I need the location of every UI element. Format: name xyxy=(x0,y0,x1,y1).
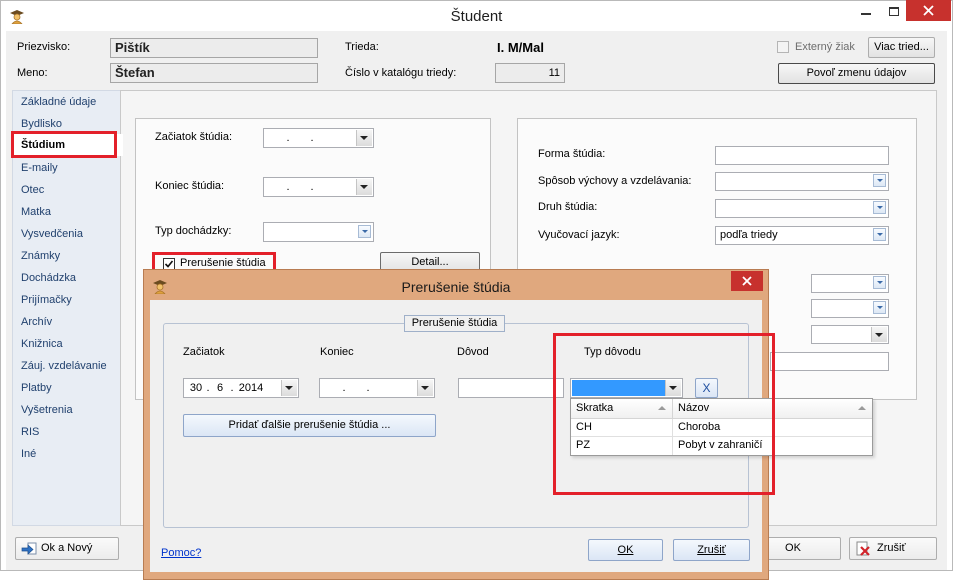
language-combo[interactable]: podľa triedy xyxy=(715,226,889,245)
close-icon xyxy=(923,5,934,16)
dropdown-arrow-icon[interactable] xyxy=(417,380,433,396)
dialog-reason-label: Dôvod xyxy=(457,346,489,358)
date-separator: . xyxy=(286,181,290,193)
dialog-end-date-field[interactable]: .. xyxy=(319,378,435,398)
dropdown-arrow-icon[interactable] xyxy=(871,327,887,342)
dropdown-arrow-icon[interactable] xyxy=(873,174,886,187)
sidebar-item-znamky[interactable]: Známky xyxy=(13,245,121,267)
ok-new-label: Ok a Nový xyxy=(41,542,93,554)
more-classes-button[interactable]: Viac tried... xyxy=(868,37,935,58)
class-label: Trieda: xyxy=(345,41,379,53)
date-year: 2014 xyxy=(238,382,264,394)
dialog-start-label: Začiatok xyxy=(183,346,225,358)
maximize-button[interactable] xyxy=(880,1,907,22)
close-button[interactable] xyxy=(906,0,951,21)
minimize-icon xyxy=(861,13,871,15)
language-label: Vyučovací jazyk: xyxy=(538,229,620,241)
date-day: 30 xyxy=(189,382,203,394)
ok-new-arrow-icon xyxy=(21,541,37,557)
dialog-title: Prerušenie štúdia xyxy=(401,279,511,295)
sidebar-item-kniznica[interactable]: Knižnica xyxy=(13,333,121,355)
dropdown-arrow-icon[interactable] xyxy=(873,276,886,289)
dialog-close-button[interactable] xyxy=(731,271,763,291)
dropdown-arrow-icon[interactable] xyxy=(358,225,371,238)
dialog-ok-button[interactable]: OK xyxy=(588,539,663,561)
dropdown-arrow-icon[interactable] xyxy=(356,130,372,146)
hidden-combo-3[interactable] xyxy=(811,325,889,344)
help-link[interactable]: Pomoc? xyxy=(161,547,201,560)
surname-field[interactable]: Pištík xyxy=(110,38,318,58)
study-end-label: Koniec štúdia: xyxy=(155,180,225,192)
study-start-label: Začiatok štúdia: xyxy=(155,131,233,143)
surname-label: Priezvisko: xyxy=(17,41,71,53)
sidebar-item-archiv[interactable]: Archív xyxy=(13,311,121,333)
hidden-text-field[interactable] xyxy=(770,352,889,371)
catalog-number-label: Číslo v katalógu triedy: xyxy=(345,67,457,79)
language-value: podľa triedy xyxy=(720,229,778,241)
upbringing-label: Spôsob výchovy a vzdelávania: xyxy=(538,175,692,187)
minimize-button[interactable] xyxy=(852,1,880,22)
annotation-highlight-reason-type xyxy=(553,333,775,495)
study-type-combo[interactable] xyxy=(715,199,889,218)
first-name-label: Meno: xyxy=(17,67,48,79)
dialog-start-date-field[interactable]: 30. 6. 2014 xyxy=(183,378,299,398)
date-month: 6 xyxy=(216,382,224,394)
cancel-button[interactable]: Zrušiť xyxy=(849,537,937,560)
dialog-end-label: Koniec xyxy=(320,346,354,358)
date-separator: . xyxy=(206,382,210,394)
date-separator: . xyxy=(310,181,314,193)
sidebar-item-matka[interactable]: Matka xyxy=(13,201,121,223)
sidebar-item-vysetrenia[interactable]: Vyšetrenia xyxy=(13,399,121,421)
dropdown-arrow-icon[interactable] xyxy=(873,301,886,314)
upbringing-combo[interactable] xyxy=(715,172,889,191)
date-separator: . xyxy=(366,382,370,394)
date-separator: . xyxy=(310,132,314,144)
first-name-field[interactable]: Štefan xyxy=(110,63,318,83)
dialog-reason-field[interactable] xyxy=(458,378,564,398)
main-titlebar: Študent xyxy=(1,0,952,31)
sidebar-item-vysvedcenia[interactable]: Vysvedčenia xyxy=(13,223,121,245)
cancel-label: Zrušiť xyxy=(877,542,906,554)
dropdown-arrow-icon[interactable] xyxy=(281,380,297,396)
add-interruption-button[interactable]: Pridať ďalšie prerušenie štúdia ... xyxy=(183,414,436,437)
cancel-x-icon xyxy=(855,541,871,557)
sidebar-item-zakladne-udaje[interactable]: Základné údaje xyxy=(13,91,121,113)
dialog-cancel-button[interactable]: Zrušiť xyxy=(673,539,750,561)
close-icon xyxy=(742,276,752,286)
date-separator: . xyxy=(342,382,346,394)
date-separator: . xyxy=(230,382,234,394)
hidden-combo-2[interactable] xyxy=(811,299,889,318)
sort-icon xyxy=(858,406,866,410)
sidebar-item-ine[interactable]: Iné xyxy=(13,443,121,465)
dropdown-arrow-icon[interactable] xyxy=(873,201,886,214)
catalog-number-field[interactable]: 11 xyxy=(495,63,565,83)
study-form-label: Forma štúdia: xyxy=(538,148,606,160)
maximize-icon xyxy=(889,7,899,16)
window-title: Študent xyxy=(450,8,503,25)
sidebar-item-dochadzka[interactable]: Dochádzka xyxy=(13,267,121,289)
study-type-label: Druh štúdia: xyxy=(538,201,598,213)
class-value: I. M/Mal xyxy=(497,40,544,55)
annotation-highlight-studium xyxy=(11,131,117,158)
sidebar-item-otec[interactable]: Otec xyxy=(13,179,121,201)
dropdown-arrow-icon[interactable] xyxy=(873,228,886,241)
dropdown-arrow-icon[interactable] xyxy=(356,179,372,195)
study-form-field[interactable] xyxy=(715,146,889,165)
sidebar-item-ris[interactable]: RIS xyxy=(13,421,121,443)
external-student-label: Externý žiak xyxy=(795,41,855,53)
attendance-type-combo[interactable] xyxy=(263,222,374,242)
dialog-group-caption: Prerušenie štúdia xyxy=(404,315,505,332)
study-end-date-field[interactable]: .. xyxy=(263,177,374,197)
sidebar-item-zauj-vzdelavanie[interactable]: Záuj. vzdelávanie xyxy=(13,355,121,377)
allow-edit-button[interactable]: Povoľ zmenu údajov xyxy=(778,63,935,84)
sidebar-item-prijimacky[interactable]: Prijímačky xyxy=(13,289,121,311)
ok-new-button[interactable]: Ok a Nový xyxy=(15,537,119,560)
hidden-combo-1[interactable] xyxy=(811,274,889,293)
attendance-type-label: Typ dochádzky: xyxy=(155,225,232,237)
study-start-date-field[interactable]: .. xyxy=(263,128,374,148)
sidebar-item-e-maily[interactable]: E-maily xyxy=(13,157,121,179)
sidebar-item-platby[interactable]: Platby xyxy=(13,377,121,399)
date-separator: . xyxy=(286,132,290,144)
external-student-checkbox[interactable] xyxy=(777,41,789,53)
